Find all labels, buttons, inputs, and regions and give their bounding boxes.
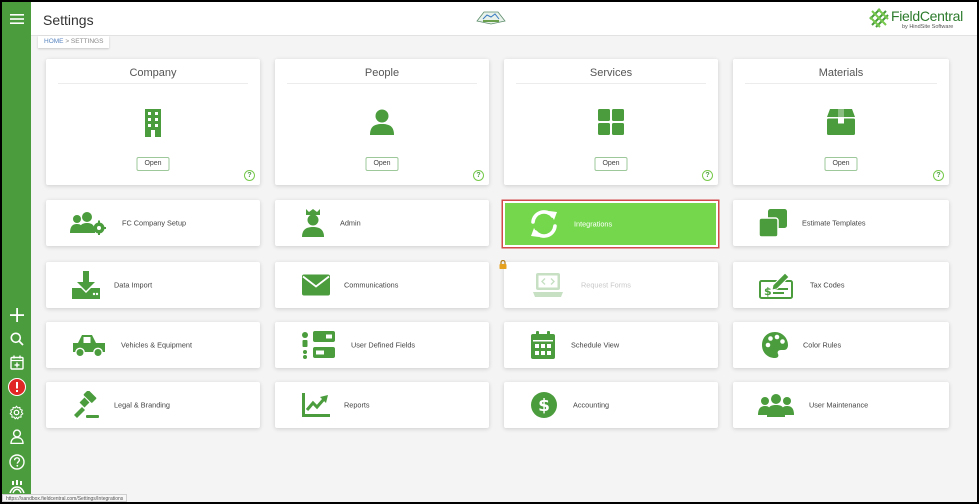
grid-icon (598, 109, 624, 140)
download-icon (72, 271, 100, 299)
tile-label: Data Import (114, 280, 153, 290)
tile-label: User Defined Fields (351, 340, 416, 350)
copy-icon (759, 209, 787, 237)
tile-integrations[interactable]: Integrations (503, 201, 718, 247)
help-icon[interactable]: ? (933, 170, 944, 181)
card-divider (745, 83, 937, 84)
tile-label: Accounting (573, 400, 610, 410)
tile-vehicles-equipment[interactable]: Vehicles & Equipment (46, 322, 260, 368)
tile-estimate-templates[interactable]: Estimate Templates (733, 200, 949, 246)
plus-icon[interactable] (5, 304, 28, 325)
breadcrumb-separator: > (65, 38, 70, 45)
app-window: Settings FieldCentral by HindSite Softwa… (2, 2, 977, 502)
tile-data-import[interactable]: Data Import (46, 262, 260, 308)
person-icon (370, 109, 394, 140)
search-icon[interactable] (5, 328, 28, 349)
tile-request-forms[interactable]: Request Forms (504, 262, 718, 308)
tile-schedule-view[interactable]: Schedule View (504, 322, 718, 368)
help-icon[interactable]: ? (702, 170, 713, 181)
breadcrumb-current: SETTINGS (70, 38, 104, 45)
tile-legal-branding[interactable]: Legal & Branding (46, 382, 260, 428)
truck-icon (72, 333, 106, 357)
tile-user-maintenance[interactable]: User Maintenance (733, 382, 949, 428)
open-people-button[interactable]: Open (365, 157, 399, 171)
tile-label: Tax Codes (810, 280, 845, 290)
box-icon (827, 109, 855, 140)
tile-label: Legal & Branding (114, 400, 170, 410)
tile-user-defined-fields[interactable]: User Defined Fields (275, 322, 489, 368)
tile-tax-codes[interactable]: $ Tax Codes (733, 262, 949, 308)
envelope-icon (302, 274, 330, 296)
card-title: Company (129, 67, 177, 79)
list-form-icon (301, 331, 335, 359)
card-divider (516, 83, 706, 84)
brand-name: FieldCentral (891, 8, 963, 24)
people-card: People Open ? (275, 59, 489, 185)
sync-icon (529, 209, 559, 239)
sidebar (2, 2, 31, 502)
tile-reports[interactable]: Reports (275, 382, 489, 428)
calendar-icon (531, 331, 555, 359)
company-logo (474, 10, 508, 26)
tile-label: Integrations (574, 219, 613, 229)
users-icon (758, 393, 794, 417)
lock-icon (499, 256, 507, 269)
card-title: People (364, 67, 400, 79)
card-divider (287, 83, 477, 84)
palette-icon (761, 331, 789, 359)
tile-label: Communications (344, 280, 399, 290)
help-icon[interactable]: ? (473, 170, 484, 181)
chart-line-icon (302, 393, 330, 417)
gear-icon[interactable] (5, 402, 28, 423)
users-gear-icon (70, 211, 106, 235)
open-company-button[interactable]: Open (136, 157, 170, 171)
company-card: Company Open ? (46, 59, 260, 185)
tile-label: Request Forms (581, 280, 631, 290)
breadcrumb: HOME > SETTINGS (38, 36, 110, 48)
tile-label: User Maintenance (809, 400, 869, 410)
tile-label: Admin (340, 218, 361, 228)
alert-icon[interactable] (5, 376, 28, 397)
help-icon[interactable] (5, 451, 28, 472)
tile-accounting[interactable]: $ Accounting (504, 382, 718, 428)
user-icon[interactable] (5, 426, 28, 447)
open-services-button[interactable]: Open (594, 157, 628, 171)
tile-label: FC Company Setup (122, 218, 187, 228)
tile-label: Color Rules (803, 340, 842, 350)
tile-admin[interactable]: Admin (275, 200, 489, 246)
status-url: https://sandbox.fieldcentral.com/Setting… (2, 494, 128, 502)
tile-label: Schedule View (571, 340, 620, 350)
calendar-plus-icon[interactable] (5, 352, 28, 373)
card-divider (58, 83, 248, 84)
admin-user-icon (301, 209, 325, 237)
materials-card: Materials Open ? (733, 59, 949, 185)
tile-label: Reports (344, 400, 370, 410)
money-check-edit-icon: $ (759, 271, 795, 299)
card-title: Services (589, 67, 633, 79)
brand-tagline: by HindSite Software (902, 24, 954, 30)
gavel-icon (72, 391, 100, 419)
building-icon (143, 109, 163, 142)
hamburger-icon[interactable] (5, 8, 28, 29)
tile-label: Estimate Templates (802, 218, 866, 228)
tile-label: Vehicles & Equipment (121, 340, 192, 350)
open-materials-button[interactable]: Open (824, 157, 858, 171)
tile-fc-company-setup[interactable]: FC Company Setup (46, 200, 260, 246)
help-icon[interactable]: ? (244, 170, 255, 181)
fieldcentral-logo: FieldCentral by HindSite Software (869, 8, 973, 34)
tile-color-rules[interactable]: Color Rules (733, 322, 949, 368)
breadcrumb-home[interactable]: HOME (44, 38, 64, 45)
top-bar: Settings FieldCentral by HindSite Softwa… (31, 2, 977, 36)
card-title: Materials (818, 67, 864, 79)
page-title: Settings (43, 12, 94, 28)
services-card: Services Open ? (504, 59, 718, 185)
tile-communications[interactable]: Communications (275, 262, 489, 308)
svg-text:$: $ (764, 285, 772, 298)
dollar-circle-icon: $ (531, 392, 557, 418)
laptop-code-icon (533, 273, 563, 297)
svg-text:$: $ (538, 396, 550, 416)
